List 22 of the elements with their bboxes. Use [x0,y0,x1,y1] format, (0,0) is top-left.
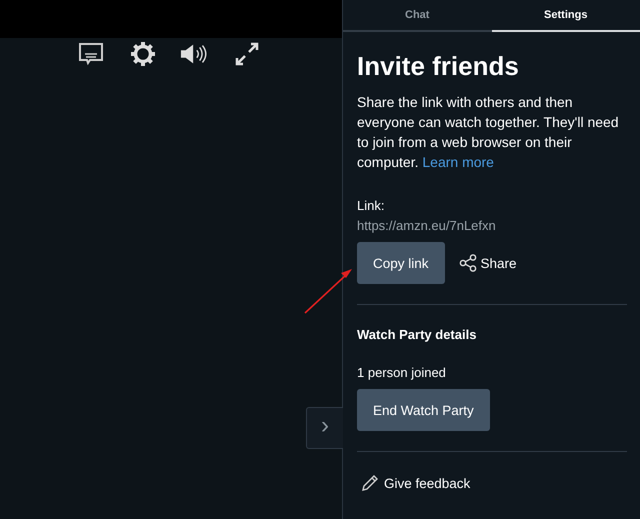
subtitles-icon [78,42,104,66]
feedback-button[interactable]: Give feedback [361,474,626,492]
end-party-button[interactable]: End Watch Party [357,389,490,431]
invite-description: Share the link with others and then everyone can watch together. They'll need to join from a web browser on their computer. Learn more [357,93,620,172]
share-button[interactable]: Share [458,254,517,272]
settings-icon [130,41,156,67]
fullscreen-icon [235,42,259,66]
link-url: https://amzn.eu/7nLefxn [357,217,497,235]
subtitles-button[interactable] [76,40,106,68]
section-title: Watch Party details [357,326,478,344]
share-icon [458,254,477,272]
annotation-arrow [302,266,354,316]
tab[interactable]: Settings [492,0,640,32]
copy-link-button[interactable]: Copy link [357,242,445,284]
pencil-icon [361,474,379,492]
settings-button[interactable] [128,40,158,68]
link-label: Link: [357,197,386,215]
panel-title: Invite friends [357,50,520,83]
joined-count: 1 person joined [357,364,447,382]
tab[interactable]: Chat [343,0,492,32]
learn-more-link[interactable]: Learn more [422,154,494,170]
expand-button[interactable]: › [306,407,343,449]
